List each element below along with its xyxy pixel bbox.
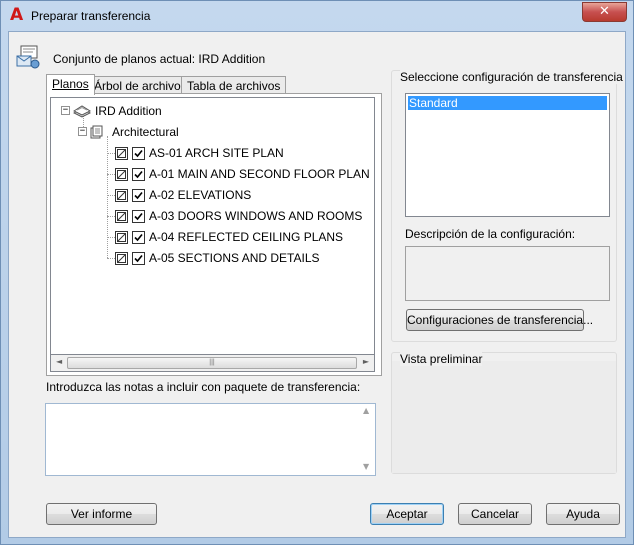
sheets-tab-panel: − IRD Addition − Architectural AS-01 ARC… (46, 93, 382, 376)
tree-item-sheet-set[interactable]: − IRD Addition (51, 101, 371, 121)
help-button[interactable]: Ayuda (546, 503, 620, 525)
dialog-client-area: Conjunto de planos actual: IRD Addition … (8, 31, 626, 538)
sheet-icon (115, 147, 128, 160)
scroll-left-icon[interactable]: ◄ (56, 357, 62, 366)
sheet-icon (115, 189, 128, 202)
sheet-checkbox[interactable] (132, 231, 145, 244)
preview-group: Vista preliminar (391, 352, 617, 474)
autocad-app-icon: A (10, 5, 24, 25)
sheet-checkbox[interactable] (132, 147, 145, 160)
tab-sheets-label: Planos (52, 77, 89, 91)
tree-horizontal-scrollbar[interactable]: ◄ ||| ► (50, 355, 375, 372)
sheet-label: A-04 REFLECTED CEILING PLANS (149, 230, 344, 244)
sheet-label: A-05 SECTIONS AND DETAILS (149, 251, 320, 265)
sheet-label: A-03 DOORS WINDOWS AND ROOMS (149, 209, 363, 223)
tree-item-sheet[interactable]: A-02 ELEVATIONS (51, 185, 371, 205)
transfer-config-group: Seleccione configuración de transferenci… (391, 70, 623, 342)
tree-root-label: IRD Addition (95, 104, 162, 118)
view-report-button-label: Ver informe (70, 507, 133, 521)
title-bar[interactable]: A Preparar transferencia ✕ (1, 1, 633, 31)
sheet-label: A-02 ELEVATIONS (149, 188, 252, 202)
notes-textarea[interactable] (45, 403, 376, 476)
tree-item-sheet[interactable]: A-01 MAIN AND SECOND FLOOR PLAN (51, 164, 371, 184)
sheet-checkbox[interactable] (132, 168, 145, 181)
sheet-icon (115, 168, 128, 181)
transfer-config-list[interactable]: Standard (405, 93, 610, 217)
accept-button-label: Aceptar (386, 507, 428, 521)
sheet-icon (115, 252, 128, 265)
preview-area (392, 361, 616, 473)
sheet-checkbox[interactable] (132, 189, 145, 202)
sheet-label: AS-01 ARCH SITE PLAN (149, 146, 284, 160)
collapse-icon[interactable]: − (61, 106, 70, 115)
transfer-configs-button-label: Configuraciones de transferencia... (407, 313, 594, 327)
subset-icon (90, 125, 103, 139)
tab-file-table[interactable]: Tabla de archivos (181, 76, 287, 94)
tree-item-sheet[interactable]: AS-01 ARCH SITE PLAN (51, 143, 371, 163)
cancel-button-label: Cancelar (470, 507, 520, 521)
transfer-configs-button[interactable]: Configuraciones de transferencia... (406, 309, 593, 331)
config-description-box (405, 246, 610, 301)
sheet-checkbox[interactable] (132, 210, 145, 223)
sheet-set-icon (73, 105, 91, 118)
transmittal-package-icon (16, 45, 40, 69)
view-report-button[interactable]: Ver informe (46, 503, 157, 525)
sheet-tree[interactable]: − IRD Addition − Architectural AS-01 ARC… (50, 97, 375, 355)
accept-button[interactable]: Aceptar (370, 503, 444, 525)
scrollbar-thumb[interactable]: ||| (67, 357, 357, 369)
config-item-standard[interactable]: Standard (408, 96, 607, 110)
tree-item-sheet[interactable]: A-05 SECTIONS AND DETAILS (51, 248, 371, 268)
current-sheet-set-label: Conjunto de planos actual: IRD Addition (53, 52, 266, 66)
collapse-icon[interactable]: − (78, 127, 87, 136)
tab-file-table-label: Tabla de archivos (187, 79, 281, 93)
sheet-checkbox[interactable] (132, 252, 145, 265)
sheet-label: A-01 MAIN AND SECOND FLOOR PLAN (149, 167, 370, 181)
tree-subset-label: Architectural (112, 125, 179, 139)
scroll-down-icon[interactable]: ▼ (363, 462, 369, 471)
scroll-right-icon[interactable]: ► (363, 357, 369, 366)
cancel-button[interactable]: Cancelar (458, 503, 532, 525)
tree-item-sheet[interactable]: A-03 DOORS WINDOWS AND ROOMS (51, 206, 371, 226)
preview-title: Vista preliminar (400, 352, 483, 366)
sheet-icon (115, 231, 128, 244)
notes-label: Introduzca las notas a incluir con paque… (46, 380, 361, 394)
tab-file-tree-label: Árbol de archivos (94, 79, 187, 93)
close-button[interactable]: ✕ (582, 2, 627, 22)
scroll-up-icon[interactable]: ▲ (363, 406, 369, 415)
transfer-config-title: Seleccione configuración de transferenci… (400, 70, 623, 84)
tab-sheets[interactable]: Planos (46, 74, 95, 95)
tab-file-tree[interactable]: Árbol de archivos (88, 76, 193, 94)
tree-item-sheet[interactable]: A-04 REFLECTED CEILING PLANS (51, 227, 371, 247)
help-button-label: Ayuda (566, 507, 600, 521)
notes-scrollbar[interactable]: ▲ ▼ (359, 404, 375, 475)
dialog-window: A Preparar transferencia ✕ Conjunto de p… (0, 0, 634, 545)
window-title: Preparar transferencia (31, 9, 151, 23)
config-description-label: Descripción de la configuración: (405, 227, 576, 241)
sheet-icon (115, 210, 128, 223)
tree-item-subset[interactable]: − Architectural (51, 122, 371, 142)
